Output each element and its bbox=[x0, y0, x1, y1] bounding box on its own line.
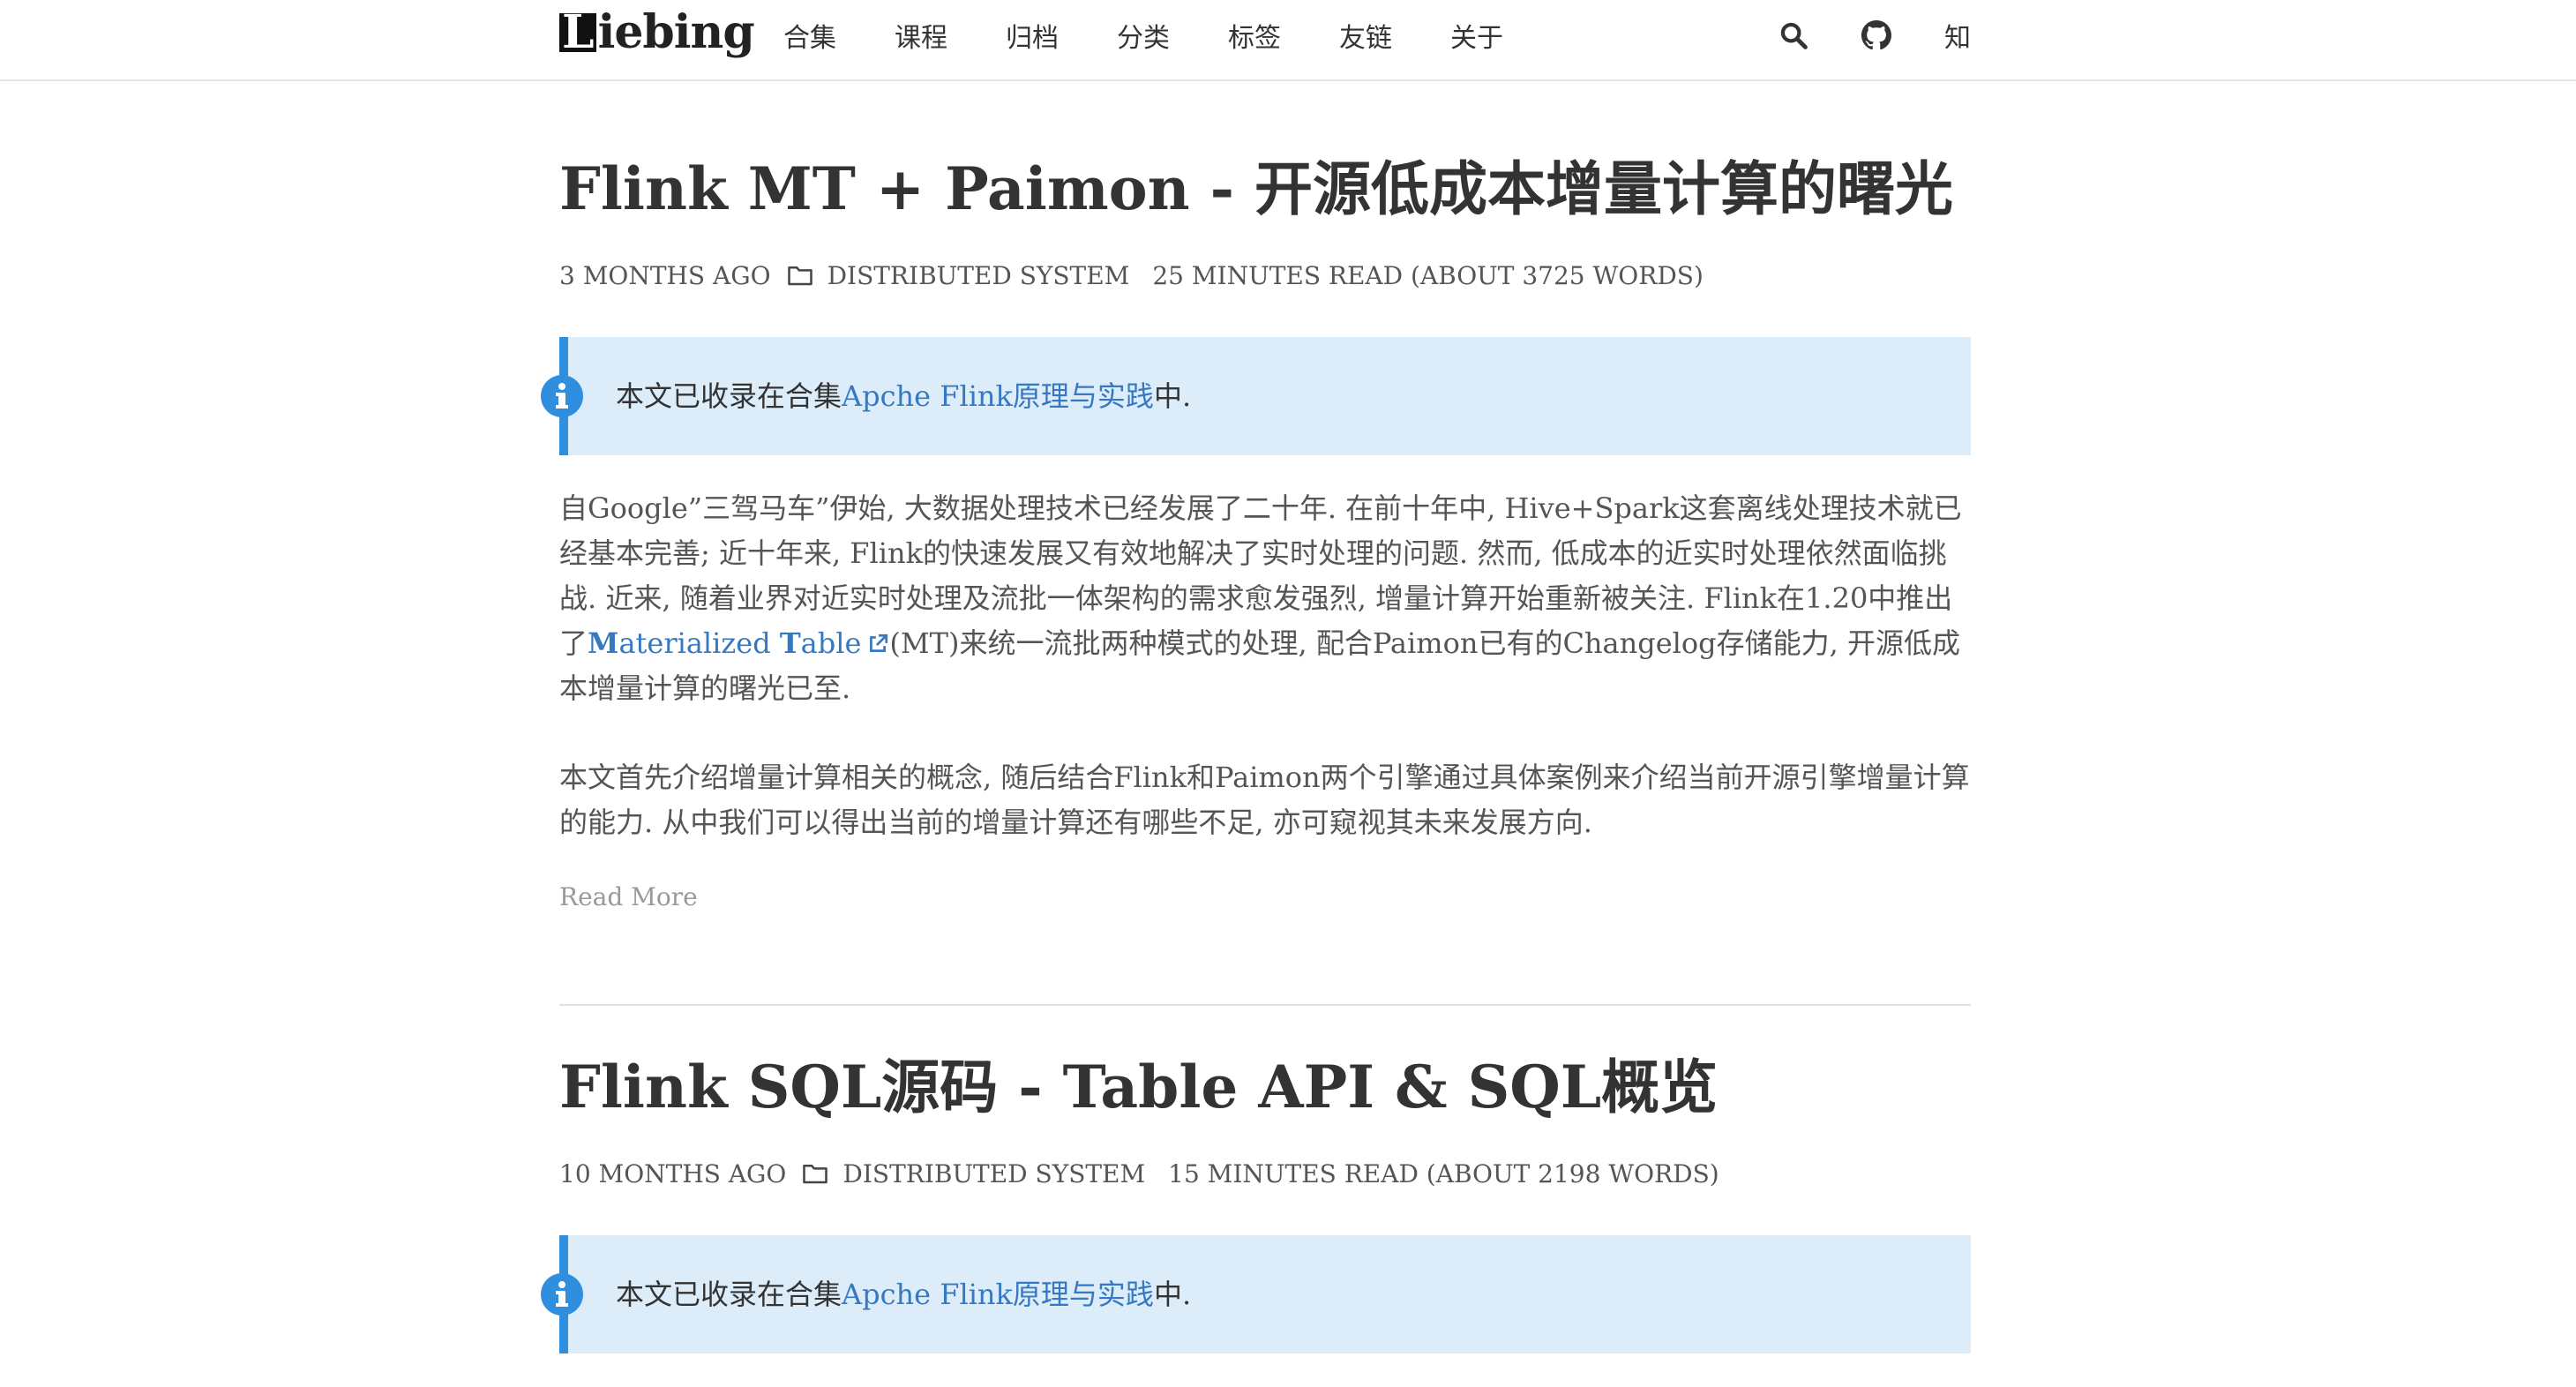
excerpt-paragraph-1: 自Google”三驾马车”伊始, 大数据处理技术已经发展了二十年. 在前十年中,… bbox=[559, 486, 1971, 711]
top-navbar: Liebing 合集 课程 归档 分类 标签 友链 关于 知 bbox=[0, 0, 2576, 81]
collection-link[interactable]: Apche Flink原理与实践 bbox=[842, 379, 1154, 413]
nav-item-links[interactable]: 友链 bbox=[1339, 16, 1392, 55]
notice-prefix: 本文已收录在合集 bbox=[616, 1278, 842, 1311]
nav-item-collections[interactable]: 合集 bbox=[783, 16, 836, 55]
navbar-inner: Liebing 合集 课程 归档 分类 标签 友链 关于 知 bbox=[559, 0, 1971, 79]
post-date: 3 MONTHS AGO bbox=[559, 260, 771, 290]
github-icon[interactable] bbox=[1861, 20, 1891, 50]
excerpt-paragraph-2: 本文首先介绍增量计算相关的概念, 随后结合Flink和Paimon两个引擎通过具… bbox=[559, 761, 1970, 839]
post-read-info: 25 MINUTES READ (ABOUT 3725 WORDS) bbox=[1152, 260, 1704, 290]
info-icon bbox=[540, 1272, 584, 1320]
external-link-icon bbox=[870, 634, 888, 652]
notice-suffix: 中. bbox=[1153, 379, 1192, 413]
navbar-icons: 知 bbox=[1726, 0, 1971, 71]
nav-item-courses[interactable]: 课程 bbox=[895, 16, 947, 55]
post-divider bbox=[559, 1004, 1971, 1006]
link-cap-m: M bbox=[588, 626, 619, 660]
post-category[interactable]: DISTRIBUTED SYSTEM bbox=[827, 261, 1130, 290]
post-article: Flink SQL源码 - Table API & SQL概览 bbox=[559, 1055, 1971, 1120]
nav-item-about[interactable]: 关于 bbox=[1450, 16, 1503, 55]
logo-text: iebing bbox=[597, 5, 755, 59]
link-text-mid: aterialized bbox=[618, 626, 780, 660]
post-date: 10 MONTHS AGO bbox=[559, 1158, 787, 1188]
search-icon[interactable] bbox=[1778, 20, 1808, 50]
logo-initial: L bbox=[559, 10, 596, 56]
link-cap-t: T bbox=[779, 626, 801, 660]
notice-text: 本文已收录在合集Apche Flink原理与实践中. bbox=[616, 337, 1191, 455]
post-excerpt-2: 本文首先介绍增量计算相关的概念, 随后结合Flink和Paimon两个引擎通过具… bbox=[559, 755, 1971, 845]
post-category[interactable]: DISTRIBUTED SYSTEM bbox=[842, 1159, 1145, 1188]
collection-notice: 本文已收录在合集Apche Flink原理与实践中. bbox=[541, 1235, 1971, 1353]
nav-item-archives[interactable]: 归档 bbox=[1006, 16, 1059, 55]
nav-item-tags[interactable]: 标签 bbox=[1228, 16, 1281, 55]
main-menu: 合集 课程 归档 分类 标签 友链 关于 bbox=[783, 0, 1561, 71]
read-more-link[interactable]: Read More bbox=[559, 882, 698, 911]
post-footer: Read More bbox=[559, 882, 1971, 911]
post-article: Flink MT + Paimon - 开源低成本增量计算的曙光 bbox=[559, 157, 1971, 221]
materialized-table-link[interactable]: Materialized Table bbox=[588, 626, 889, 660]
post-title[interactable]: Flink MT + Paimon - 开源低成本增量计算的曙光 bbox=[559, 157, 1971, 221]
post-meta: 10 MONTHS AGO DISTRIBUTED SYSTEM 15 MINU… bbox=[559, 1156, 1971, 1191]
post-meta: 3 MONTHS AGO DISTRIBUTED SYSTEM 25 MINUT… bbox=[559, 258, 1971, 293]
info-icon bbox=[540, 374, 584, 422]
collection-link[interactable]: Apche Flink原理与实践 bbox=[842, 1278, 1154, 1311]
folder-icon bbox=[787, 264, 813, 287]
post-read-info: 15 MINUTES READ (ABOUT 2198 WORDS) bbox=[1168, 1158, 1719, 1188]
post-title[interactable]: Flink SQL源码 - Table API & SQL概览 bbox=[559, 1055, 1971, 1120]
post-excerpt: 自Google”三驾马车”伊始, 大数据处理技术已经发展了二十年. 在前十年中,… bbox=[559, 486, 1971, 711]
folder-icon bbox=[802, 1162, 828, 1185]
site-logo[interactable]: Liebing bbox=[559, 5, 755, 59]
nav-item-categories[interactable]: 分类 bbox=[1117, 16, 1170, 55]
collection-notice: 本文已收录在合集Apche Flink原理与实践中. bbox=[541, 337, 1971, 455]
notice-text: 本文已收录在合集Apche Flink原理与实践中. bbox=[616, 1235, 1191, 1353]
notice-prefix: 本文已收录在合集 bbox=[616, 379, 842, 413]
link-text-end: able bbox=[800, 626, 862, 660]
notice-suffix: 中. bbox=[1153, 1278, 1192, 1311]
zhihu-icon[interactable]: 知 bbox=[1944, 16, 1971, 55]
